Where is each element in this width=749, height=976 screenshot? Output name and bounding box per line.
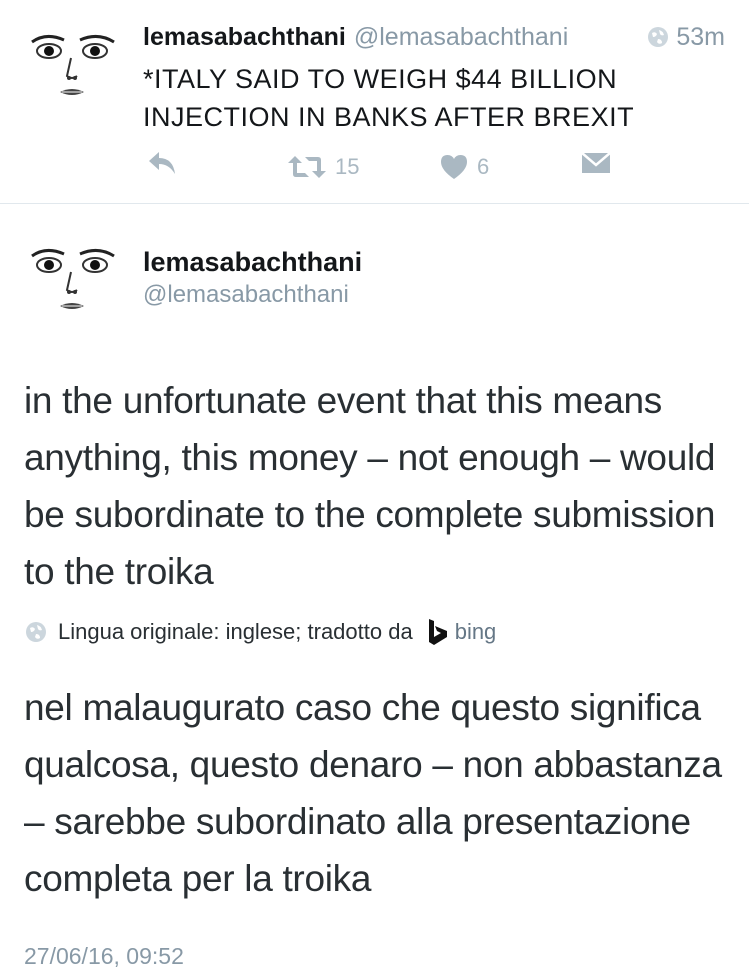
- tweet-card[interactable]: lemasabachthani @lemasabachthani 53m *ITA…: [0, 0, 749, 204]
- retweet-count: 15: [335, 154, 360, 179]
- handle[interactable]: @lemasabachthani: [354, 23, 568, 51]
- tweet-time: 53m: [646, 22, 725, 52]
- reply-icon: [149, 152, 175, 174]
- divider: [0, 203, 749, 204]
- tweet-text: in the unfortunate event that this means…: [24, 380, 716, 592]
- tweet-timestamp: 27/06/16, 09:52: [24, 943, 184, 969]
- translation-attribution: Lingua originale: inglese; tradotto da b…: [24, 617, 496, 647]
- face-drawing-icon: [24, 18, 120, 114]
- bing-logo-icon: [428, 619, 447, 645]
- bing-label: bing: [454, 619, 497, 644]
- translated-text: nel malaugurato caso che questo signific…: [24, 687, 722, 899]
- heart-icon: [441, 155, 467, 179]
- retweet-icon: [288, 156, 326, 178]
- like-count: 6: [477, 154, 490, 179]
- tweet-text: *ITALY SAID TO WEIGH $44 BILLION INJECTI…: [143, 64, 635, 132]
- display-name[interactable]: lemasabachthani: [143, 246, 362, 278]
- translation-note-text: Lingua originale: inglese; tradotto da: [58, 619, 413, 644]
- globe-icon: [26, 622, 46, 642]
- tweet-actions: 15 6: [143, 150, 623, 184]
- tweet-header: lemasabachthani @lemasabachthani: [143, 22, 568, 52]
- reply-button[interactable]: [147, 150, 177, 176]
- like-button[interactable]: 6: [439, 150, 489, 184]
- time-label: 53m: [676, 23, 725, 51]
- display-name[interactable]: lemasabachthani: [143, 23, 346, 51]
- avatar[interactable]: [24, 18, 120, 114]
- bing-link[interactable]: bing: [427, 617, 497, 647]
- face-drawing-icon: [24, 232, 120, 328]
- globe-icon: [648, 27, 669, 47]
- direct-message-button[interactable]: [581, 150, 611, 176]
- direct-message-icon: [581, 152, 611, 173]
- retweet-button[interactable]: 15: [287, 150, 359, 184]
- handle[interactable]: @lemasabachthani: [143, 280, 349, 310]
- avatar[interactable]: [24, 232, 120, 328]
